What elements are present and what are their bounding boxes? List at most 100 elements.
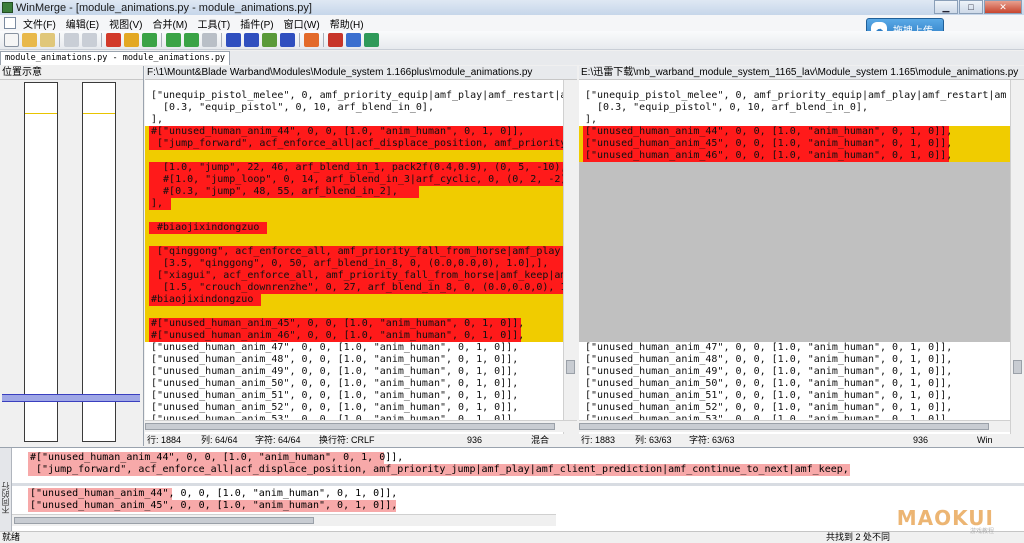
right-diff-pane[interactable]: E:\迅雷下载\mb_warband_module_system_1165_la… <box>579 66 1024 434</box>
menu-edit[interactable]: 编辑(E) <box>61 16 104 31</box>
menu-file[interactable]: 文件(F) <box>18 16 61 31</box>
save-icon[interactable] <box>40 33 55 47</box>
code-line[interactable]: ], <box>579 114 1024 126</box>
code-line[interactable]: #["unused_human_anim_45", 0, 0, [1.0, "a… <box>145 318 577 330</box>
title-bar: WinMerge - [module_animations.py - modul… <box>0 0 1024 15</box>
code-line[interactable] <box>145 234 577 246</box>
code-line[interactable]: ["unused_human_anim_52", 0, 0, [1.0, "an… <box>579 402 1024 414</box>
detail-top-line: #["unused_human_anim_44", 0, 0, [1.0, "a… <box>30 452 404 463</box>
code-line[interactable]: ["unused_human_anim_49", 0, 0, [1.0, "an… <box>145 366 577 378</box>
close-button[interactable]: ✕ <box>984 0 1022 14</box>
next-diff-icon[interactable] <box>244 33 259 47</box>
code-line[interactable]: [0.3, "equip_pistol", 0, 10, arf_blend_i… <box>145 102 577 114</box>
new-icon[interactable] <box>4 33 19 47</box>
status-bar: 就绪 共找到 2 处不同 <box>0 531 1024 543</box>
code-line[interactable] <box>145 150 577 162</box>
left-code-area[interactable]: ["unequip_pistol_melee", 0, amf_priority… <box>145 80 577 434</box>
right-status-mode: Win <box>977 435 993 445</box>
code-line[interactable]: #biaojixindongzuo <box>145 222 577 234</box>
copy-left-icon[interactable] <box>166 33 181 47</box>
code-line[interactable]: ], <box>145 198 577 210</box>
code-line[interactable]: #["unused_human_anim_44", 0, 0, [1.0, "a… <box>145 126 577 138</box>
minimize-button[interactable]: ▁ <box>934 0 958 14</box>
code-line[interactable]: ["unused_human_anim_49", 0, 0, [1.0, "an… <box>579 366 1024 378</box>
refresh-icon[interactable] <box>364 33 379 47</box>
right-code-area[interactable]: ["unequip_pistol_melee", 0, amf_priority… <box>579 80 1024 434</box>
right-vertical-scrollbar[interactable] <box>1010 80 1024 434</box>
copy-all-icon[interactable] <box>202 33 217 47</box>
code-line[interactable]: #biaojixindongzuo <box>145 294 577 306</box>
code-line[interactable]: ["unused_human_anim_51", 0, 0, [1.0, "an… <box>145 390 577 402</box>
prev-conflict-icon[interactable] <box>328 33 343 47</box>
document-tab[interactable]: module_animations.py - module_animations… <box>0 51 231 65</box>
left-status-row-number: 行: 1884 <box>147 435 182 445</box>
code-line[interactable]: ["unused_human_anim_50", 0, 0, [1.0, "an… <box>145 378 577 390</box>
code-line[interactable] <box>145 210 577 222</box>
code-line[interactable]: ["unused_human_anim_51", 0, 0, [1.0, "an… <box>579 390 1024 402</box>
code-line[interactable] <box>145 306 577 318</box>
detail-horizontal-scrollbar[interactable] <box>12 514 556 526</box>
code-line[interactable]: ["unused_human_anim_46", 0, 0, [1.0, "an… <box>579 150 1024 162</box>
diff-detail-pane[interactable]: 不同的行 #["unused_human_anim_44", 0, 0, [1.… <box>0 447 1024 532</box>
first-diff-icon[interactable] <box>106 33 121 47</box>
merge-right-icon[interactable] <box>262 33 277 47</box>
left-vertical-scrollbar[interactable] <box>563 80 577 434</box>
menu-window[interactable]: 窗口(W) <box>279 16 325 31</box>
left-diff-pane[interactable]: F:\1\Mount&Blade Warband\Modules\Module_… <box>145 66 577 434</box>
merge-left-icon[interactable] <box>280 33 295 47</box>
code-line[interactable]: ["unused_human_anim_48", 0, 0, [1.0, "an… <box>145 354 577 366</box>
code-line[interactable]: [1.5, "crouch_downrenzhe", 0, 27, arf_bl… <box>145 282 577 294</box>
code-line[interactable]: ["unused_human_anim_48", 0, 0, [1.0, "an… <box>579 354 1024 366</box>
copy-right-icon[interactable] <box>184 33 199 47</box>
code-line[interactable]: ["qinggong", acf_enforce_all, amf_priori… <box>145 246 577 258</box>
detail-top-line: ["jump_forward", acf_enforce_all|acf_dis… <box>30 464 849 475</box>
code-line[interactable]: #[0.3, "jump", 48, 55, arf_blend_in_2], <box>145 186 577 198</box>
right-hscroll-thumb[interactable] <box>579 423 989 430</box>
menu-help[interactable]: 帮助(H) <box>325 16 369 31</box>
code-line[interactable]: [1.0, "jump", 22, 46, arf_blend_in_1, pa… <box>145 162 577 174</box>
detail-side-strip: 不同的行 <box>0 448 12 532</box>
right-vscroll-thumb[interactable] <box>1013 360 1022 374</box>
detail-splitter[interactable] <box>12 483 1024 486</box>
next-diff-group-icon[interactable] <box>142 33 157 47</box>
code-line[interactable]: #[1.0, "jump_loop", 0, 14, arf_blend_in_… <box>145 174 577 186</box>
window-title: WinMerge - [module_animations.py - modul… <box>16 1 312 14</box>
menu-view[interactable]: 视图(V) <box>104 16 147 31</box>
code-line[interactable]: ["unused_human_anim_47", 0, 0, [1.0, "an… <box>579 342 1024 354</box>
redo-icon[interactable] <box>82 33 97 47</box>
menu-tools[interactable]: 工具(T) <box>192 16 235 31</box>
next-conflict-icon[interactable] <box>346 33 361 47</box>
left-hscroll-thumb[interactable] <box>145 423 555 430</box>
left-vscroll-thumb[interactable] <box>566 360 575 374</box>
toolbar <box>0 31 1024 50</box>
code-line[interactable]: ["unused_human_anim_50", 0, 0, [1.0, "an… <box>579 378 1024 390</box>
maximize-button[interactable]: □ <box>959 0 983 14</box>
right-horizontal-scrollbar[interactable] <box>579 420 1010 432</box>
open-folder-icon[interactable] <box>22 33 37 47</box>
options-icon[interactable] <box>304 33 319 47</box>
location-view-frame[interactable] <box>2 394 140 402</box>
location-bar-left[interactable] <box>24 82 58 442</box>
undo-icon[interactable] <box>64 33 79 47</box>
code-line[interactable]: #["unused_human_anim_46", 0, 0, [1.0, "a… <box>145 330 577 342</box>
code-line[interactable]: ["unequip_pistol_melee", 0, amf_priority… <box>579 90 1024 102</box>
code-line[interactable]: [0.3, "equip_pistol", 0, 10, arf_blend_i… <box>579 102 1024 114</box>
code-line[interactable]: ["xiagui", acf_enforce_all, amf_priority… <box>145 270 577 282</box>
code-line[interactable]: ["unused_human_anim_47", 0, 0, [1.0, "an… <box>145 342 577 354</box>
code-line[interactable]: ["unequip_pistol_melee", 0, amf_priority… <box>145 90 577 102</box>
location-bar-right[interactable] <box>82 82 116 442</box>
code-line[interactable]: ["unused_human_anim_45", 0, 0, [1.0, "an… <box>579 138 1024 150</box>
code-line[interactable]: ["unused_human_anim_44", 0, 0, [1.0, "an… <box>579 126 1024 138</box>
detail-hscroll-thumb[interactable] <box>14 517 314 524</box>
toolbar-separator <box>101 33 102 47</box>
menu-merge[interactable]: 合并(M) <box>147 16 192 31</box>
code-line[interactable]: ["unused_human_anim_52", 0, 0, [1.0, "an… <box>145 402 577 414</box>
menu-plugins[interactable]: 插件(P) <box>235 16 278 31</box>
document-icon[interactable] <box>4 17 16 29</box>
left-horizontal-scrollbar[interactable] <box>145 420 577 432</box>
code-line[interactable]: ], <box>145 114 577 126</box>
code-line[interactable]: [3.5, "qinggong", 0, 50, arf_blend_in_8,… <box>145 258 577 270</box>
code-line[interactable]: ["jump_forward", acf_enforce_all|acf_dis… <box>145 138 577 150</box>
current-diff-icon[interactable] <box>124 33 139 47</box>
prev-diff-icon[interactable] <box>226 33 241 47</box>
